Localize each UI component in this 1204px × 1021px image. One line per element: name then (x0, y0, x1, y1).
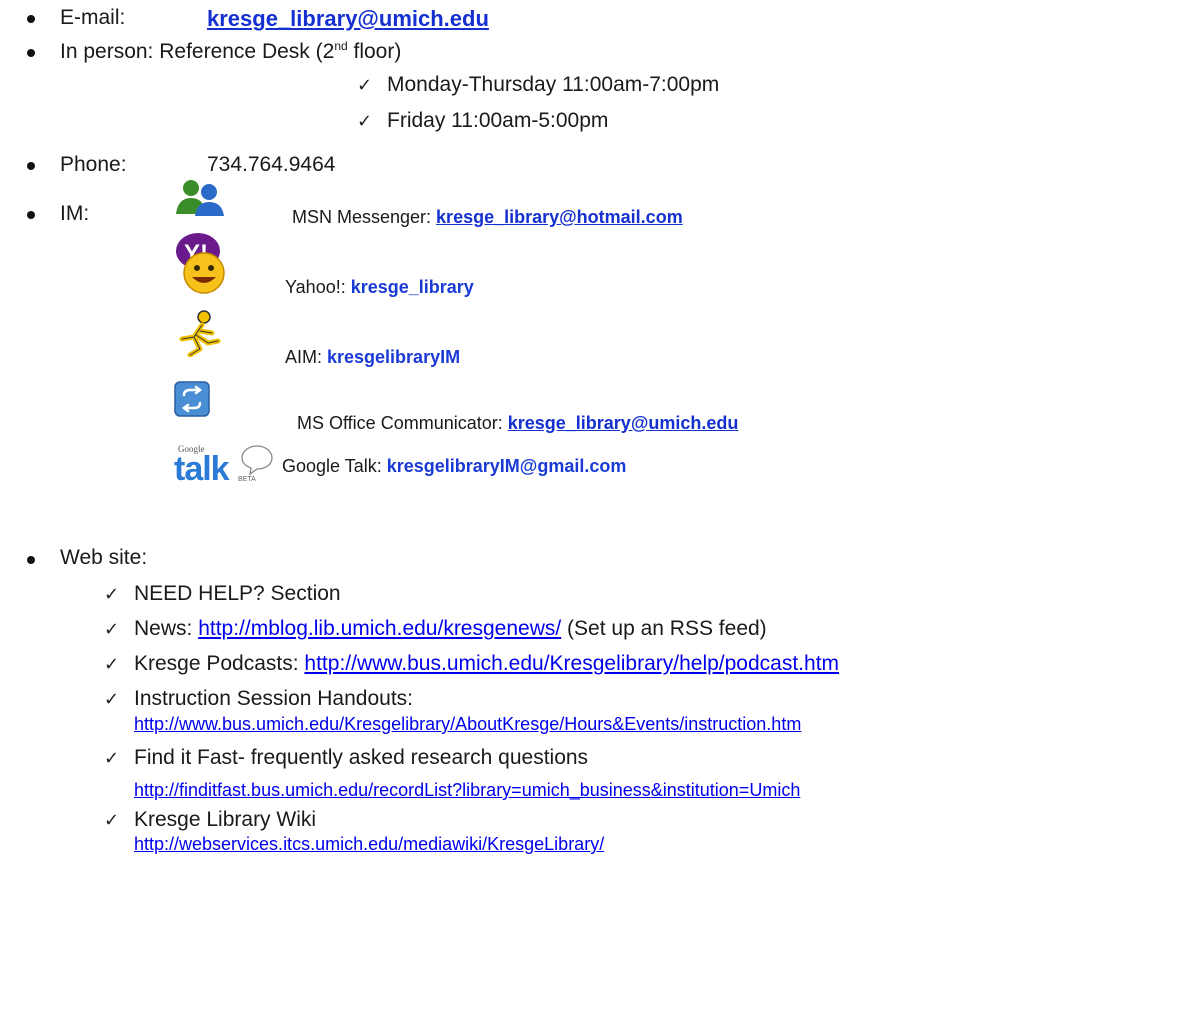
msn-messenger-icon (176, 180, 224, 216)
in-person-label: In person: Reference Desk (2nd floor) (60, 39, 402, 63)
yahoo-messenger-icon: Y! (176, 233, 225, 294)
check-icon: ✓ (104, 810, 120, 831)
bullet (27, 211, 35, 219)
bullet (27, 556, 35, 564)
communicator-link[interactable]: kresge_library@umich.edu (508, 413, 739, 433)
yahoo-handle[interactable]: kresge_library (351, 277, 474, 297)
instruction-link[interactable]: http://www.bus.umich.edu/Kresgelibrary/A… (134, 714, 801, 735)
google-talk-label: Google Talk: kresgelibraryIM@gmail.com (282, 456, 627, 476)
find-it-fast-link[interactable]: http://finditfast.bus.umich.edu/recordLi… (134, 780, 800, 801)
check-icon: ✓ (104, 689, 120, 710)
msn-link[interactable]: kresge_library@hotmail.com (436, 207, 683, 227)
check-icon: ✓ (104, 654, 120, 675)
aim-handle[interactable]: kresgelibraryIM (327, 347, 460, 367)
google-talk-icon: Google talk BETA (172, 444, 282, 490)
website-item-podcasts: Kresge Podcasts: http://www.bus.umich.ed… (134, 652, 840, 675)
check-icon: ✓ (357, 111, 373, 132)
google-talk-handle[interactable]: kresgelibraryIM@gmail.com (387, 456, 627, 476)
hours-friday: Friday 11:00am-5:00pm (387, 109, 609, 132)
communicator-label: MS Office Communicator: kresge_library@u… (297, 413, 739, 433)
email-label: E-mail: (60, 6, 126, 29)
bullet (27, 49, 35, 57)
website-item-instruction: Instruction Session Handouts: (134, 687, 413, 710)
aim-label: AIM: kresgelibraryIM (285, 347, 461, 367)
msn-label: MSN Messenger: kresge_library@hotmail.co… (292, 207, 683, 227)
speech-bubble-icon (241, 445, 273, 476)
website-item-need-help: NEED HELP? Section (134, 582, 341, 605)
podcasts-link[interactable]: http://www.bus.umich.edu/Kresgelibrary/h… (304, 652, 839, 675)
hours-monday-thursday: Monday-Thursday 11:00am-7:00pm (387, 73, 720, 96)
yahoo-label: Yahoo!: kresge_library (285, 277, 474, 297)
email-link[interactable]: kresge_library@umich.edu (207, 6, 489, 31)
aim-icon (179, 310, 221, 357)
bullet (27, 162, 35, 170)
check-icon: ✓ (104, 619, 120, 640)
phone-value: 734.764.9464 (207, 153, 336, 176)
news-link[interactable]: http://mblog.lib.umich.edu/kresgenews/ (198, 617, 561, 640)
website-label: Web site: (60, 546, 148, 569)
im-label: IM: (60, 202, 90, 225)
wiki-link[interactable]: http://webservices.itcs.umich.edu/mediaw… (134, 834, 604, 855)
google-talk-beta-text: BETA (238, 476, 256, 483)
phone-label: Phone: (60, 153, 127, 176)
check-icon: ✓ (104, 748, 120, 769)
website-item-wiki: Kresge Library Wiki (134, 808, 317, 831)
check-icon: ✓ (357, 75, 373, 96)
website-item-find-it-fast: Find it Fast- frequently asked research … (134, 746, 589, 769)
bullet (27, 15, 35, 23)
website-item-news: News: http://mblog.lib.umich.edu/kresgen… (134, 617, 767, 640)
google-talk-talk-text: talk (174, 450, 230, 488)
office-communicator-icon (174, 381, 210, 417)
check-icon: ✓ (104, 584, 120, 605)
